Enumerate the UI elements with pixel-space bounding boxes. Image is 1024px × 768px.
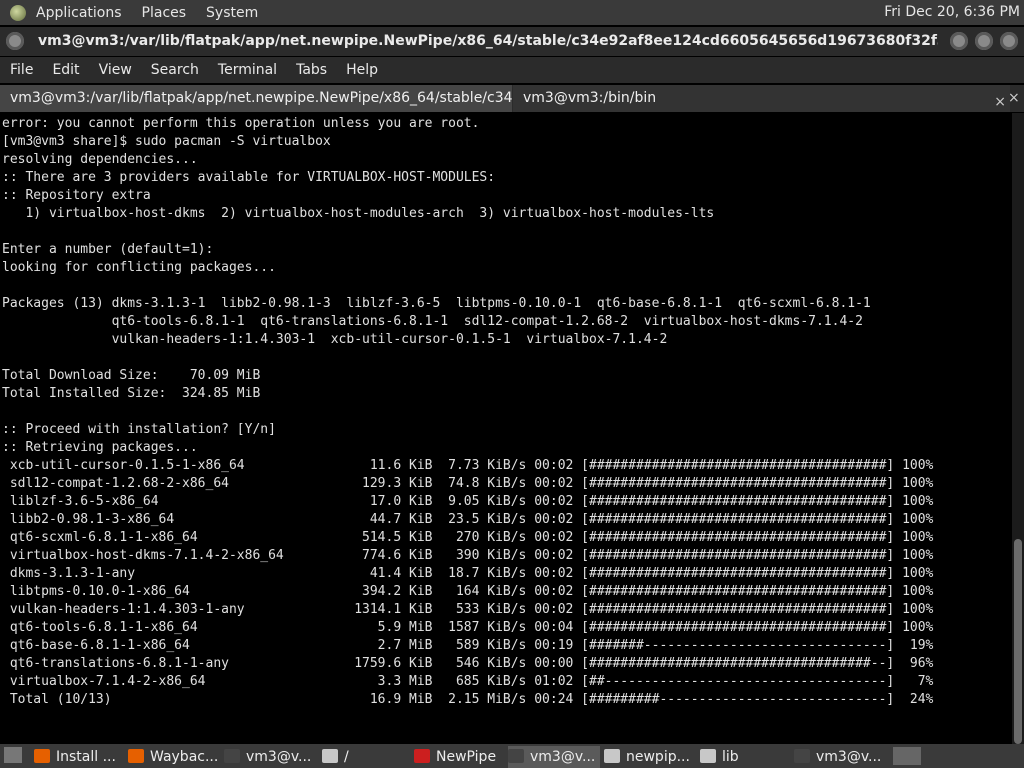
taskbar-button[interactable]: Waybac... <box>128 746 220 768</box>
tab-bar: vm3@vm3:/var/lib/flatpak/app/net.newpipe… <box>0 85 1024 112</box>
close-tab-icon[interactable]: × <box>994 89 1006 112</box>
taskbar-label: vm3@v... <box>816 749 882 765</box>
terminal-line: Packages (13) dkms-3.1.3-1 libb2-0.98.1-… <box>2 296 871 311</box>
terminal-line: qt6-tools-6.8.1-1 qt6-translations-6.8.1… <box>111 314 863 329</box>
terminal-line: :: Retrieving packages... <box>2 440 198 455</box>
taskbar-button[interactable]: vm3@v... <box>224 746 318 768</box>
menubar: File Edit View Search Terminal Tabs Help <box>0 57 1024 83</box>
taskbar-label: / <box>344 749 349 765</box>
close-window-button[interactable] <box>1000 32 1018 50</box>
menu-applications[interactable]: Applications <box>36 5 122 21</box>
menu-search[interactable]: Search <box>151 62 199 78</box>
minimize-button[interactable] <box>950 32 968 50</box>
window-title: vm3@vm3:/var/lib/flatpak/app/net.newpipe… <box>38 33 938 49</box>
firefox-icon <box>128 749 144 763</box>
terminal-line: libtpms-0.10.0-1-x86_64 394.2 KiB 164 Ki… <box>9 584 934 599</box>
menu-tabs[interactable]: Tabs <box>296 62 327 78</box>
terminal-line: Total (10/13) 16.9 MiB 2.15 MiB/s 00:24 … <box>9 692 934 707</box>
taskbar-label: lib <box>722 749 739 765</box>
terminal-line: :: Repository extra <box>2 188 151 203</box>
terminal-line: Enter a number (default=1): <box>2 242 214 257</box>
folder-icon <box>322 749 338 763</box>
terminal-line: :: There are 3 providers available for V… <box>2 170 496 185</box>
folder-icon <box>700 749 716 763</box>
terminal-icon <box>794 749 810 763</box>
terminal-line: qt6-translations-6.8.1-1-any 1759.6 KiB … <box>9 656 934 671</box>
terminal-line: sdl12-compat-1.2.68-2-x86_64 129.3 KiB 7… <box>9 476 934 491</box>
menu-edit[interactable]: Edit <box>52 62 79 78</box>
tab-label: vm3@vm3:/bin/bin <box>523 90 657 106</box>
terminal-line: :: Proceed with installation? [Y/n] <box>2 422 276 437</box>
terminal-line: looking for conflicting packages... <box>2 260 276 275</box>
menu-view[interactable]: View <box>99 62 132 78</box>
menu-file[interactable]: File <box>10 62 33 78</box>
terminal-line: dkms-3.1.3-1-any 41.4 KiB 18.7 KiB/s 00:… <box>9 566 934 581</box>
terminal-line: xcb-util-cursor-0.1.5-1-x86_64 11.6 KiB … <box>9 458 934 473</box>
tab-label: vm3@vm3:/var/lib/flatpak/app/net.newpipe… <box>10 90 512 106</box>
menu-places[interactable]: Places <box>142 5 187 21</box>
tab-bin[interactable]: vm3@vm3:/bin/bin × <box>513 85 1010 112</box>
top-panel: Applications Places System Fri Dec 20, 6… <box>0 0 1024 25</box>
taskbar-button[interactable]: Install ... <box>34 746 124 768</box>
terminal-icon <box>224 749 240 763</box>
terminal-line: 1) virtualbox-host-dkms 2) virtualbox-ho… <box>25 206 715 221</box>
taskbar-button[interactable]: newpip... <box>604 746 696 768</box>
terminal-line: libb2-0.98.1-3-x86_64 44.7 KiB 23.5 KiB/… <box>9 512 934 527</box>
clock[interactable]: Fri Dec 20, 6:36 PM <box>884 4 1020 20</box>
taskbar-label: newpip... <box>626 749 690 765</box>
scrollbar-thumb[interactable] <box>1014 539 1022 744</box>
taskbar-label: vm3@v... <box>246 749 312 765</box>
terminal-line: Total Installed Size: 324.85 MiB <box>2 386 261 401</box>
close-tab-icon[interactable]: × <box>1008 90 1020 106</box>
terminal-line: resolving dependencies... <box>2 152 198 167</box>
terminal-line: qt6-base-6.8.1-1-x86_64 2.7 MiB 589 KiB/… <box>9 638 934 653</box>
terminal-line: Total Download Size: 70.09 MiB <box>2 368 261 383</box>
text-editor-icon <box>604 749 620 763</box>
terminal-text: error: you cannot perform this operation… <box>0 113 1012 709</box>
show-desktop-button[interactable] <box>4 747 22 763</box>
newpipe-icon <box>414 749 430 763</box>
terminal-line: virtualbox-host-dkms-7.1.4-2-x86_64 774.… <box>9 548 934 563</box>
terminal-line: qt6-scxml-6.8.1-1-x86_64 514.5 KiB 270 K… <box>9 530 934 545</box>
taskbar: Install ... Waybac... vm3@v... / NewPipe vm3@… <box>0 744 1024 768</box>
terminal-line: virtualbox-7.1.4-2-x86_64 3.3 MiB 685 Ki… <box>9 674 934 689</box>
maximize-button[interactable] <box>975 32 993 50</box>
menu-help[interactable]: Help <box>346 62 378 78</box>
taskbar-button[interactable]: vm3@v... <box>794 746 888 768</box>
terminal-output[interactable]: error: you cannot perform this operation… <box>0 113 1012 744</box>
tab-newpipe-dir[interactable]: vm3@vm3:/var/lib/flatpak/app/net.newpipe… <box>0 85 512 112</box>
taskbar-button[interactable]: lib <box>700 746 790 768</box>
workspace-switcher[interactable] <box>893 747 921 765</box>
window-titlebar[interactable]: vm3@vm3:/var/lib/flatpak/app/net.newpipe… <box>0 27 1024 56</box>
taskbar-button[interactable]: vm3@v... <box>508 746 600 768</box>
terminal-line: error: you cannot perform this operation… <box>2 116 480 131</box>
taskbar-label: Install ... <box>56 749 116 765</box>
terminal-line: vulkan-headers-1:1.4.303-1-any 1314.1 Ki… <box>9 602 934 617</box>
terminal-line: vulkan-headers-1:1.4.303-1 xcb-util-curs… <box>111 332 668 347</box>
menu-system[interactable]: System <box>206 5 258 21</box>
taskbar-label: NewPipe <box>436 749 497 765</box>
taskbar-button[interactable]: NewPipe <box>414 746 504 768</box>
scrollbar[interactable] <box>1012 113 1024 744</box>
terminal-icon <box>508 749 524 763</box>
taskbar-button[interactable]: / <box>322 746 410 768</box>
terminal-line: qt6-tools-6.8.1-1-x86_64 5.9 MiB 1587 Ki… <box>9 620 934 635</box>
terminal-line: liblzf-3.6-5-x86_64 17.0 KiB 9.05 KiB/s … <box>9 494 934 509</box>
firefox-icon <box>34 749 50 763</box>
taskbar-label: vm3@v... <box>530 749 596 765</box>
terminal-line: [vm3@vm3 share]$ sudo pacman -S virtualb… <box>2 134 331 149</box>
taskbar-label: Waybac... <box>150 749 219 765</box>
menu-terminal[interactable]: Terminal <box>218 62 277 78</box>
distro-logo-icon[interactable] <box>10 4 26 21</box>
window-menu-button[interactable] <box>6 32 24 50</box>
